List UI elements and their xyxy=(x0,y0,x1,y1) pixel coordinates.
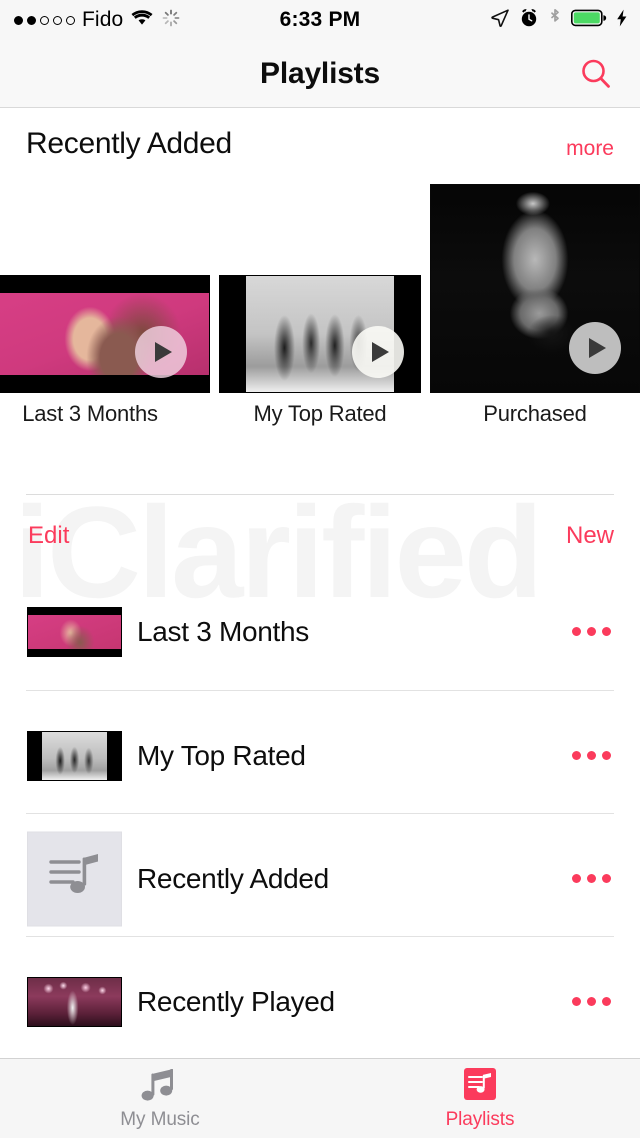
playlist-title: Recently Added xyxy=(137,863,329,895)
clock-label: 6:33 PM xyxy=(280,8,361,32)
charging-bolt-icon xyxy=(616,9,628,32)
playlist-row-recently-played[interactable]: Recently Played xyxy=(0,940,640,1063)
music-note-icon xyxy=(140,1066,180,1104)
tile-label: My Top Rated xyxy=(219,401,421,427)
play-icon[interactable] xyxy=(352,326,404,378)
tab-playlists[interactable]: Playlists xyxy=(320,1059,640,1138)
shelf-title: Recently Added xyxy=(26,127,232,161)
playlist-title: My Top Rated xyxy=(137,740,306,772)
playlist-title: Last 3 Months xyxy=(137,616,309,648)
playlist-row-recently-added[interactable]: Recently Added xyxy=(0,817,640,940)
status-bar-right xyxy=(490,0,628,40)
tile-label: Purchased xyxy=(430,401,640,427)
shelf-tile-last-3-months[interactable]: Last 3 Months xyxy=(0,275,210,393)
playlist-note-icon xyxy=(460,1066,500,1104)
more-ellipsis-icon[interactable] xyxy=(564,980,618,1024)
tab-label: Playlists xyxy=(446,1109,515,1131)
playlist-thumbnail xyxy=(27,977,122,1027)
new-playlist-button[interactable]: New xyxy=(566,522,614,550)
edit-button[interactable]: Edit xyxy=(28,522,69,550)
tile-artwork xyxy=(219,275,421,393)
shelf-tile-my-top-rated[interactable]: My Top Rated xyxy=(219,275,421,393)
alarm-clock-icon xyxy=(519,7,539,33)
row-separator xyxy=(26,813,614,814)
playlist-thumbnail xyxy=(27,831,122,926)
playlist-thumbnail xyxy=(27,731,122,781)
battery-full-icon xyxy=(571,9,607,32)
tab-label: My Music xyxy=(120,1109,199,1131)
tile-artwork xyxy=(430,184,640,393)
row-separator xyxy=(26,690,614,691)
status-bar: Fido xyxy=(0,0,640,40)
more-ellipsis-icon[interactable] xyxy=(564,734,618,778)
location-arrow-icon xyxy=(490,8,510,33)
playlist-row-my-top-rated[interactable]: My Top Rated xyxy=(0,694,640,817)
playlist-title: Recently Played xyxy=(137,986,335,1018)
tile-artwork xyxy=(0,275,210,393)
play-icon[interactable] xyxy=(135,326,187,378)
more-ellipsis-icon[interactable] xyxy=(564,610,618,654)
row-separator xyxy=(26,936,614,937)
page-title: Playlists xyxy=(0,40,640,108)
tab-my-music[interactable]: My Music xyxy=(0,1059,320,1138)
playlist-placeholder-icon xyxy=(47,850,103,907)
search-icon[interactable] xyxy=(574,52,618,96)
shelf-more-link[interactable]: more xyxy=(566,137,614,161)
playlist-row-last-3-months[interactable]: Last 3 Months xyxy=(0,570,640,693)
nav-bar: Playlists xyxy=(0,40,640,108)
music-app-screen: iClarified Fido xyxy=(0,0,640,1138)
play-icon[interactable] xyxy=(569,322,621,374)
playlist-thumbnail xyxy=(27,607,122,657)
toolbar-separator xyxy=(26,494,614,495)
more-ellipsis-icon[interactable] xyxy=(564,857,618,901)
tab-bar: My Music Playlists xyxy=(0,1058,640,1138)
tile-label: Last 3 Months xyxy=(0,401,210,427)
shelf-tile-purchased[interactable]: Purchased xyxy=(430,184,640,393)
bluetooth-icon xyxy=(548,7,562,34)
recently-added-shelf-header: Recently Added more xyxy=(0,109,640,175)
